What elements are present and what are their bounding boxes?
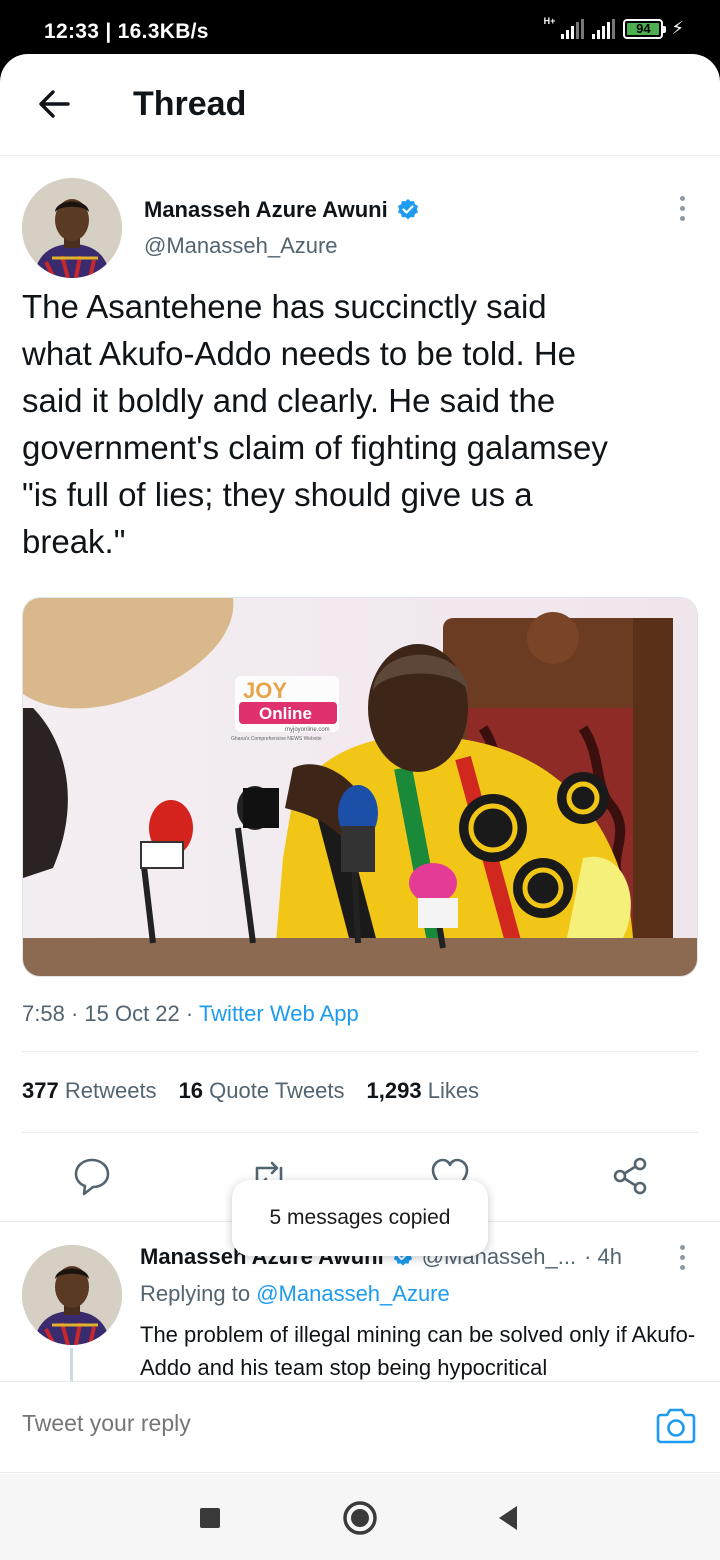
top-app-bar: Thread	[0, 54, 720, 156]
quote-tweets-stat[interactable]: 16 Quote Tweets	[179, 1078, 345, 1104]
reply-more-options-icon[interactable]	[680, 1245, 685, 1270]
status-icons: H+ 94 ⚡	[543, 15, 684, 39]
media-logo-word1: JOY	[243, 678, 287, 703]
verified-badge-icon	[397, 199, 418, 220]
tweet-timestamp: 7:58 · 15 Oct 22 · Twitter Web App	[22, 1001, 359, 1026]
replying-to-line: Replying to @Manasseh_Azure	[140, 1281, 450, 1307]
likes-stat[interactable]: 1,293 Likes	[367, 1078, 480, 1104]
camera-icon[interactable]	[654, 1406, 698, 1446]
home-circle-icon[interactable]	[340, 1498, 380, 1538]
reply-composer	[0, 1381, 720, 1473]
divider	[22, 1132, 698, 1133]
likes-label: Likes	[427, 1078, 480, 1103]
back-arrow-icon[interactable]	[34, 84, 74, 124]
tweet-stats: 377 Retweets 16 Quote Tweets 1,293 Likes	[22, 1078, 479, 1104]
tweet-date: 15 Oct 22	[84, 1001, 180, 1026]
replying-to-mention[interactable]: @Manasseh_Azure	[256, 1281, 450, 1306]
tweet-media-image[interactable]: JOY Online myjoyonline.com Ghana's Compr…	[22, 597, 698, 977]
quote-tweets-count: 16	[178, 1078, 204, 1103]
likes-count: 1,293	[366, 1078, 422, 1103]
battery-level: 94	[636, 21, 651, 36]
network-type-label: H+	[543, 15, 556, 26]
status-time: 12:33 | 16.3KB/s	[44, 20, 209, 43]
quote-tweets-label: Quote Tweets	[209, 1078, 345, 1103]
reply-input[interactable]	[22, 1410, 582, 1437]
system-nav-bar	[0, 1474, 720, 1560]
charging-icon: ⚡	[671, 18, 684, 38]
author-avatar[interactable]	[22, 178, 122, 278]
media-logo-tagline: Ghana's Comprehensive NEWS Website	[231, 736, 322, 742]
author-name[interactable]: Manasseh Azure Awuni	[144, 197, 420, 223]
author-handle[interactable]: @Manasseh_Azure	[144, 233, 338, 259]
retweets-count: 377	[22, 1078, 59, 1103]
back-triangle-icon[interactable]	[488, 1498, 528, 1538]
retweets-label: Retweets	[64, 1078, 157, 1103]
tweet-time: 7:58	[22, 1001, 65, 1026]
tweet-text: The Asantehene has succinctly said what …	[22, 288, 608, 560]
media-logo-word2: Online	[259, 704, 312, 723]
signal-icon-sim2	[592, 18, 616, 39]
copied-toast: 5 messages copied	[232, 1180, 488, 1256]
page-title: Thread	[133, 85, 247, 123]
reply-age: · 4h	[584, 1244, 623, 1269]
reply-author-avatar[interactable]	[22, 1245, 122, 1345]
share-icon[interactable]	[608, 1154, 652, 1198]
retweets-stat[interactable]: 377 Retweets	[22, 1078, 157, 1104]
reply-icon[interactable]	[70, 1154, 114, 1198]
thread-screen: Thread Manasseh Azure Awuni @Manasseh_Az…	[0, 54, 720, 1560]
media-logo-url: myjoyonline.com	[285, 727, 330, 733]
signal-icon	[561, 18, 585, 39]
reply-text: The problem of illegal mining can be sol…	[140, 1322, 696, 1380]
recents-square-icon[interactable]	[190, 1498, 230, 1538]
replying-prefix: Replying to	[140, 1281, 251, 1306]
divider	[22, 1051, 698, 1052]
tweet-source-link[interactable]: Twitter Web App	[199, 1001, 359, 1026]
battery-icon: 94	[623, 18, 667, 39]
author-name-text: Manasseh Azure Awuni	[144, 197, 388, 222]
more-options-icon[interactable]	[680, 196, 685, 221]
